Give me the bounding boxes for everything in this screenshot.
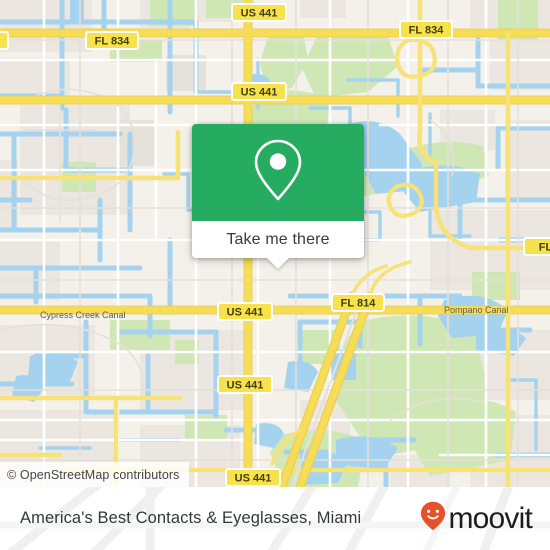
popup-card-action[interactable]: Take me there xyxy=(192,221,364,269)
shield-us-441-c: US 441 xyxy=(217,302,273,321)
page-title: America's Best Contacts & Eyeglasses, Mi… xyxy=(20,509,362,527)
shield-fl-834-a: FL 834 xyxy=(85,31,139,50)
label-cypress-creek-canal: Cypress Creek Canal xyxy=(40,310,126,320)
svg-text:FL 834: FL 834 xyxy=(409,25,445,37)
shield-us-441-d: US 441 xyxy=(217,375,273,394)
popup-card-header xyxy=(192,124,364,221)
svg-text:FL 8: FL 8 xyxy=(539,242,550,254)
shield-us-441-a: US 441 xyxy=(231,3,287,22)
shield-us-441-b: US 441 xyxy=(231,82,287,101)
osm-attribution[interactable]: © OpenStreetMap contributors xyxy=(0,462,189,487)
map-pin-icon xyxy=(252,138,304,207)
moovit-logo[interactable]: moovit xyxy=(420,501,533,536)
shield-fl-834-b: FL 834 xyxy=(399,20,453,39)
moovit-wordmark: moovit xyxy=(448,501,532,535)
label-pompano-canal: Pompano Canal xyxy=(444,305,509,315)
popup-pointer-tip xyxy=(267,258,289,269)
svg-text:US 441: US 441 xyxy=(241,8,278,20)
svg-text:FL 814: FL 814 xyxy=(341,298,377,310)
shield-fl-right-partial: FL 8 xyxy=(523,237,550,256)
moovit-map-page: .water { fill:#a5d2ee; } .wstrk { stroke… xyxy=(0,0,550,550)
svg-text:FL 834: FL 834 xyxy=(95,36,131,48)
moovit-smiley-pin-icon xyxy=(420,501,446,536)
shield-fl-814: FL 814 xyxy=(331,293,385,312)
location-popup-card[interactable]: Take me there xyxy=(192,124,364,269)
svg-text:US 441: US 441 xyxy=(235,473,272,485)
osm-attribution-text: © OpenStreetMap contributors xyxy=(7,467,180,482)
svg-text:US 441: US 441 xyxy=(227,380,264,392)
shield-us-441-e: US 441 xyxy=(225,468,281,487)
shield-fl-834-left: 4 xyxy=(0,31,9,50)
take-me-there-label: Take me there xyxy=(226,230,330,248)
page-footer: America's Best Contacts & Eyeglasses, Mi… xyxy=(0,487,550,550)
svg-text:US 441: US 441 xyxy=(241,87,278,99)
svg-text:US 441: US 441 xyxy=(227,307,264,319)
